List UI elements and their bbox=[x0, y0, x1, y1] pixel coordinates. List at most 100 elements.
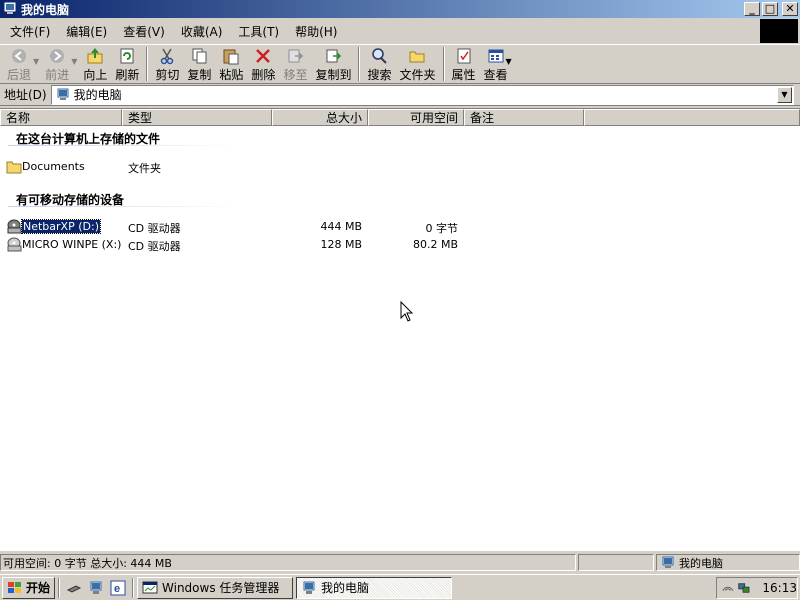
move-to-button[interactable]: 移至 bbox=[279, 47, 311, 83]
taskbar-separator bbox=[132, 577, 135, 598]
forward-label: 前进 bbox=[45, 68, 70, 82]
address-bar: 地址(D) 我的电脑 ▼ bbox=[0, 84, 800, 106]
properties-label: 属性 bbox=[451, 68, 476, 82]
taskbar: 开始 e Windows 任务管理器 我的电脑 16:13 bbox=[0, 574, 800, 600]
start-button[interactable]: 开始 bbox=[2, 576, 56, 599]
list-item[interactable]: MICRO WINPE (X:) CD 驱动器 128 MB 80.2 MB bbox=[0, 236, 600, 254]
menu-help[interactable]: 帮助(H) bbox=[289, 23, 343, 40]
copy-to-label: 复制到 bbox=[315, 68, 352, 82]
folder-icon bbox=[6, 161, 22, 174]
properties-button[interactable]: 属性 bbox=[448, 47, 480, 83]
show-desktop-icon[interactable] bbox=[66, 580, 82, 596]
menu-favorites[interactable]: 收藏(A) bbox=[175, 23, 229, 40]
item-type: 文件夹 bbox=[128, 162, 161, 175]
scissors-icon bbox=[158, 47, 176, 65]
system-tray: 16:13 bbox=[716, 577, 798, 599]
delete-label: 删除 bbox=[251, 68, 276, 82]
up-label: 向上 bbox=[83, 68, 108, 82]
task-button-my-computer[interactable]: 我的电脑 bbox=[296, 576, 453, 599]
forward-button[interactable]: 前进 bbox=[41, 47, 73, 83]
cd-drive-icon bbox=[7, 237, 22, 252]
task-label: Windows 任务管理器 bbox=[162, 581, 280, 595]
properties-icon bbox=[455, 47, 473, 65]
menu-bar: 文件(F) 编辑(E) 查看(V) 收藏(A) 工具(T) 帮助(H) bbox=[0, 21, 760, 41]
folders-label: 文件夹 bbox=[399, 68, 436, 82]
paste-button[interactable]: 粘贴 bbox=[215, 47, 247, 83]
title-bar[interactable]: 我的电脑 _ □ ✕ bbox=[0, 0, 800, 18]
column-header-type[interactable]: 类型 bbox=[122, 109, 272, 126]
toolbar-separator bbox=[358, 47, 361, 81]
toolbar: 后退 ▼ 前进 ▼ 向上 刷新 剪切 复制 粘贴 删除 移至 复制到 搜索 文件… bbox=[0, 44, 800, 84]
window-title: 我的电脑 bbox=[21, 2, 70, 17]
column-header-free-space[interactable]: 可用空间 bbox=[368, 109, 464, 126]
back-label: 后退 bbox=[7, 68, 32, 82]
toolbar-separator bbox=[442, 47, 445, 81]
cut-button[interactable]: 剪切 bbox=[151, 47, 183, 83]
item-free-space: 80.2 MB bbox=[412, 238, 458, 251]
paste-icon bbox=[222, 47, 240, 65]
clock[interactable]: 16:13 bbox=[762, 581, 797, 595]
status-location: 我的电脑 bbox=[656, 554, 800, 571]
item-name: MICRO WINPE (X:) bbox=[22, 238, 122, 251]
refresh-label: 刷新 bbox=[115, 68, 140, 82]
column-headers: 名称 类型 总大小 可用空间 备注 bbox=[0, 109, 800, 126]
maximize-button[interactable]: □ bbox=[762, 2, 778, 16]
network-icon[interactable] bbox=[721, 581, 735, 595]
svg-text:e: e bbox=[114, 583, 120, 595]
address-dropdown-button[interactable]: ▼ bbox=[777, 86, 792, 103]
item-total-size: 128 MB bbox=[320, 238, 362, 251]
file-list-view[interactable]: 名称 类型 总大小 可用空间 备注 在这台计算机上存储的文件 Documents… bbox=[0, 108, 800, 551]
copy-icon bbox=[190, 47, 208, 65]
folders-button[interactable]: 文件夹 bbox=[395, 47, 439, 83]
search-button[interactable]: 搜索 bbox=[363, 47, 395, 83]
taskbar-separator bbox=[58, 577, 61, 598]
my-computer-icon bbox=[303, 581, 315, 594]
internet-explorer-icon[interactable]: e bbox=[110, 580, 126, 596]
folder-up-icon bbox=[86, 47, 104, 65]
search-label: 搜索 bbox=[367, 68, 392, 82]
task-manager-icon bbox=[142, 581, 158, 593]
column-header-comment[interactable]: 备注 bbox=[464, 109, 584, 126]
forward-dropdown-icon[interactable]: ▼ bbox=[71, 57, 77, 66]
copy-to-button[interactable]: 复制到 bbox=[311, 47, 355, 83]
up-button[interactable]: 向上 bbox=[79, 47, 111, 83]
column-header-total-size[interactable]: 总大小 bbox=[272, 109, 368, 126]
list-item[interactable]: Documents 文件夹 bbox=[0, 158, 600, 176]
status-empty-pane bbox=[578, 554, 654, 571]
minimize-button[interactable]: _ bbox=[744, 2, 760, 16]
my-computer-icon[interactable] bbox=[88, 580, 104, 596]
menu-view[interactable]: 查看(V) bbox=[117, 23, 171, 40]
menu-tools[interactable]: 工具(T) bbox=[232, 23, 285, 40]
paste-label: 粘贴 bbox=[219, 68, 244, 82]
windows-logo-throbber bbox=[760, 19, 798, 43]
forward-arrow-icon bbox=[48, 47, 66, 65]
back-dropdown-icon[interactable]: ▼ bbox=[33, 57, 39, 66]
copy-button[interactable]: 复制 bbox=[183, 47, 215, 83]
list-item[interactable]: NetbarXP (D:) CD 驱动器 444 MB 0 字节 bbox=[0, 218, 600, 236]
item-name: Documents bbox=[22, 160, 85, 173]
back-button[interactable]: 后退 bbox=[3, 47, 35, 83]
column-header-name[interactable]: 名称 bbox=[0, 109, 122, 126]
address-label: 地址(D) bbox=[4, 88, 47, 102]
delete-button[interactable]: 删除 bbox=[247, 47, 279, 83]
start-label: 开始 bbox=[26, 581, 51, 595]
refresh-icon bbox=[118, 47, 136, 65]
view-grid-icon bbox=[487, 47, 505, 65]
item-name: NetbarXP (D:) bbox=[21, 219, 101, 234]
my-computer-icon bbox=[4, 2, 16, 14]
window-controls: _ □ ✕ bbox=[744, 2, 798, 16]
refresh-button[interactable]: 刷新 bbox=[111, 47, 143, 83]
menu-edit[interactable]: 编辑(E) bbox=[60, 23, 113, 40]
move-to-label: 移至 bbox=[283, 68, 308, 82]
view-dropdown-icon[interactable]: ▼ bbox=[506, 57, 512, 66]
task-button-task-manager[interactable]: Windows 任务管理器 bbox=[137, 576, 294, 599]
close-button[interactable]: ✕ bbox=[782, 2, 798, 16]
address-value: 我的电脑 bbox=[73, 88, 122, 102]
mouse-pointer-icon bbox=[400, 301, 414, 322]
task-label: 我的电脑 bbox=[321, 581, 370, 595]
move-to-icon bbox=[286, 47, 304, 65]
menu-file[interactable]: 文件(F) bbox=[4, 23, 56, 40]
address-input[interactable]: 我的电脑 ▼ bbox=[50, 84, 794, 105]
network-connection-icon[interactable] bbox=[737, 581, 751, 595]
item-type: CD 驱动器 bbox=[128, 240, 181, 253]
